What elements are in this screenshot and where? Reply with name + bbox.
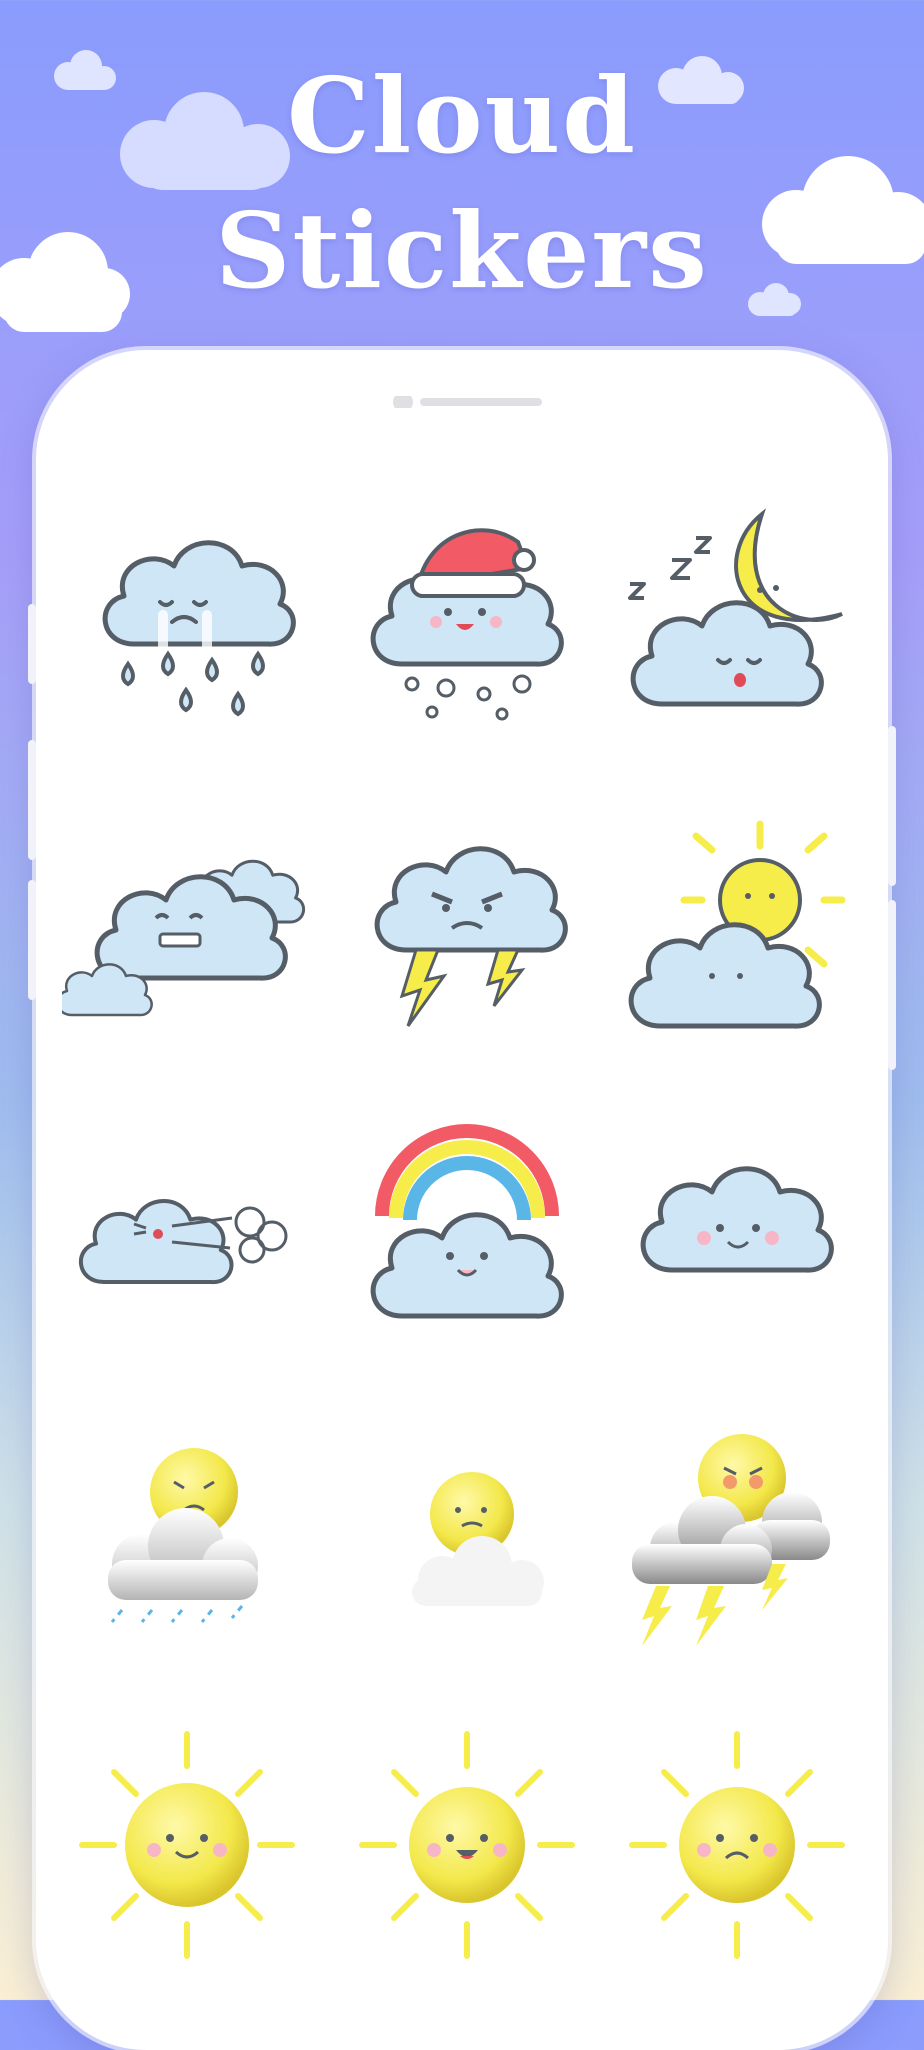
sticker-smiling-sun[interactable] bbox=[62, 1720, 312, 1970]
phone-side-button bbox=[888, 900, 896, 1070]
phone-speaker bbox=[393, 396, 542, 408]
phone-side-button bbox=[28, 604, 36, 684]
sticker-happy-sun[interactable] bbox=[342, 1720, 592, 1970]
sticker-frowning-sun-fog-cloud[interactable] bbox=[342, 1410, 592, 1660]
sticker-angry-sun-storm-cloud[interactable] bbox=[612, 1410, 862, 1660]
sticker-grimacing-cloud-pair[interactable] bbox=[56, 800, 312, 1050]
phone-side-button bbox=[888, 726, 896, 886]
sticker-sleeping-moon-cloud[interactable] bbox=[612, 494, 862, 744]
sticker-sun-behind-cloud[interactable] bbox=[612, 800, 862, 1050]
title-line-2: Stickers bbox=[215, 189, 709, 312]
title-line-1: Cloud bbox=[287, 54, 637, 177]
sticker-blowing-wind-cloud[interactable] bbox=[62, 1106, 312, 1356]
phone-side-button bbox=[28, 740, 36, 860]
phone-side-button bbox=[28, 880, 36, 1000]
sticker-santa-hat-snow-cloud[interactable] bbox=[342, 494, 592, 744]
sticker-rainbow-cloud[interactable] bbox=[342, 1106, 592, 1356]
sticker-smiling-cloud[interactable] bbox=[612, 1106, 862, 1356]
sticker-angry-thunder-cloud[interactable] bbox=[342, 800, 592, 1050]
sticker-sad-sun-rain-cloud[interactable] bbox=[62, 1410, 312, 1660]
sticker-sad-sun[interactable] bbox=[612, 1720, 862, 1970]
sticker-crying-rain-cloud[interactable] bbox=[62, 494, 312, 744]
